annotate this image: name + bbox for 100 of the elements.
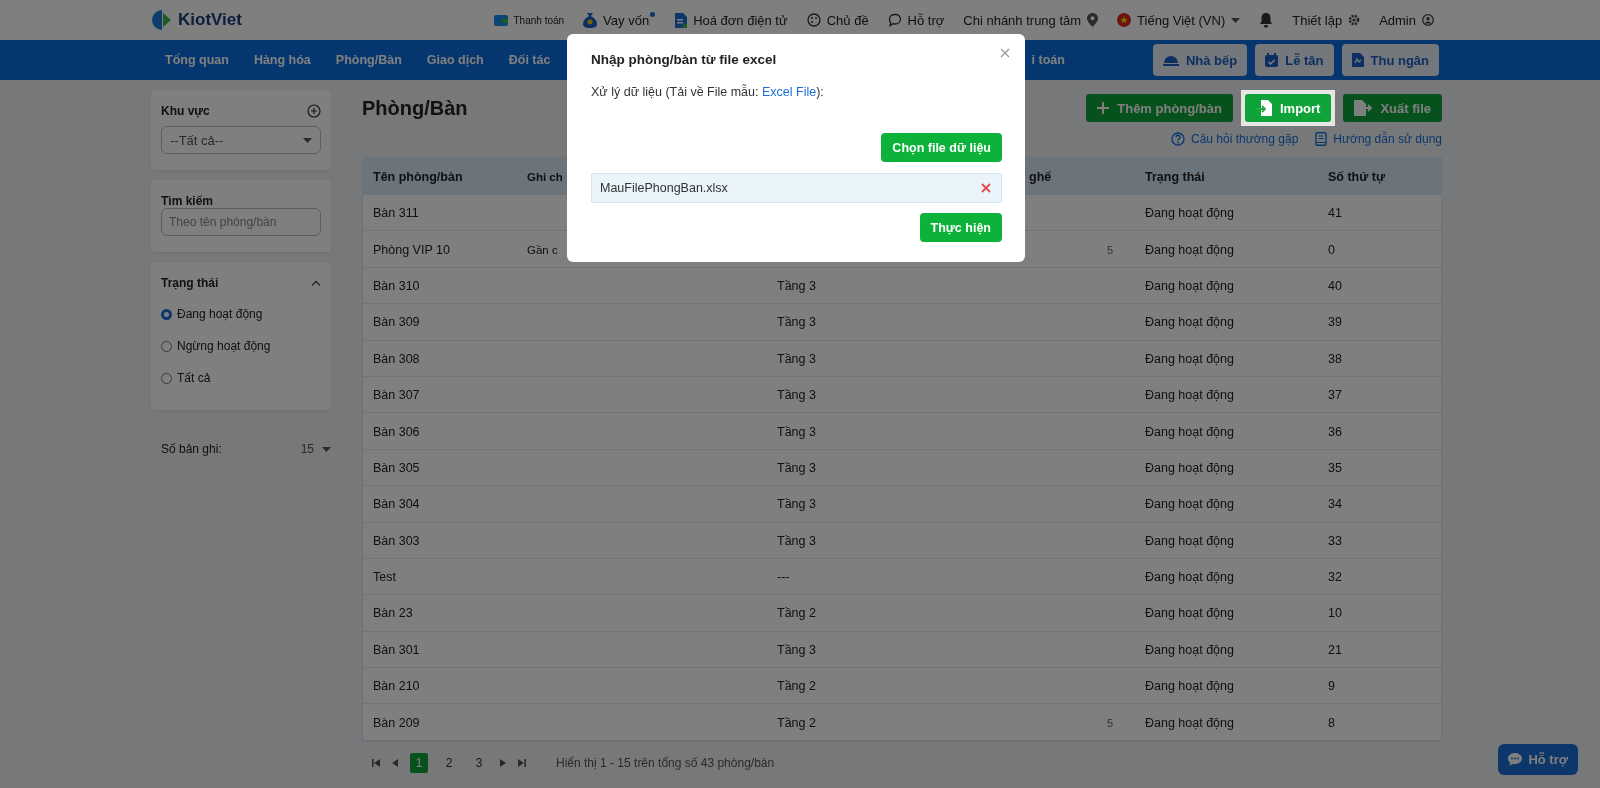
nav-item[interactable]: i toán <box>1031 53 1065 67</box>
file-export-icon <box>1354 100 1373 116</box>
radio-label: Tất cả <box>177 371 211 385</box>
area-select[interactable]: --Tất cả-- <box>161 126 321 154</box>
next-icon[interactable] <box>500 758 506 767</box>
top-link[interactable]: Chi nhánh trung tâm <box>963 12 1082 28</box>
caret-icon <box>322 446 331 452</box>
submit-button[interactable]: Thực hiện <box>919 213 1002 242</box>
table-cell: 38 <box>1328 351 1342 366</box>
column-header[interactable]: ghế <box>1029 170 1052 184</box>
add-circle-icon[interactable] <box>307 104 321 118</box>
column-header[interactable]: Trạng thái <box>1145 170 1205 184</box>
nav-item[interactable]: Giao dịch <box>426 53 484 67</box>
table-cell: Bàn 23 <box>373 606 413 621</box>
logo-icon <box>151 9 173 31</box>
table-cell: Tầng 3 <box>777 424 816 439</box>
support-button[interactable]: Hỗ trợ <box>1498 744 1578 775</box>
table-cell: Đang hoạt động <box>1145 679 1234 694</box>
nav-item[interactable]: Phòng/Bàn <box>335 53 402 67</box>
choose-file-button[interactable]: Chọn file dữ liệu <box>881 133 1002 162</box>
table-cell: Đang hoạt động <box>1145 497 1234 512</box>
table-cell: Đang hoạt động <box>1145 315 1234 330</box>
table-cell: 5 <box>1106 243 1113 256</box>
table-cell: Tầng 3 <box>777 388 816 403</box>
chat-icon <box>1508 753 1523 766</box>
cloche-icon <box>1162 54 1179 66</box>
records-label: Số bản ghi: <box>161 442 222 456</box>
book-icon <box>1315 132 1328 146</box>
bell-icon[interactable] <box>1259 12 1274 28</box>
table-cell: Bàn 304 <box>373 497 420 512</box>
table-cell: Tầng 3 <box>777 533 816 548</box>
records-select[interactable]: 15 <box>300 442 331 456</box>
nav-button[interactable]: Lễ tân <box>1255 44 1334 76</box>
remove-icon[interactable] <box>981 183 991 193</box>
chat-icon <box>887 13 902 27</box>
table-cell: 0 <box>1328 242 1335 257</box>
top-link[interactable]: Admin <box>1379 12 1416 28</box>
add-button[interactable]: Thêm phòng/bàn <box>1086 94 1233 122</box>
user-icon <box>1422 14 1434 26</box>
last-page-icon[interactable] <box>518 758 526 767</box>
caret-icon <box>303 137 312 143</box>
radio-button[interactable] <box>161 372 172 384</box>
nav-item[interactable]: Hàng hóa <box>253 53 311 67</box>
table-cell: Tầng 3 <box>777 642 816 657</box>
import-button[interactable]: Import <box>1244 94 1332 122</box>
nav-button[interactable]: Nhà bếp <box>1152 44 1248 76</box>
caret-icon[interactable] <box>1231 17 1241 23</box>
table-cell: 32 <box>1328 570 1342 585</box>
table-cell: Test <box>373 570 396 585</box>
table-cell: 21 <box>1328 642 1342 657</box>
calendar-icon <box>1265 53 1279 67</box>
card-title: Khu vực <box>161 104 210 118</box>
dialog-title: Nhập phòng/bàn từ file excel <box>591 52 778 67</box>
help-link[interactable]: Câu hỏi thường gặp <box>1171 132 1299 146</box>
column-header[interactable]: Số thứ tự <box>1328 170 1385 184</box>
column-header[interactable]: Tên phòng/bàn <box>373 170 463 184</box>
nav-button[interactable]: Thu ngân <box>1341 44 1439 76</box>
table-cell: Đang hoạt động <box>1145 533 1234 548</box>
top-link[interactable]: Chủ đề <box>826 12 869 28</box>
table-cell: Đang hoạt động <box>1145 206 1234 221</box>
nav-item[interactable]: Tổng quan <box>165 53 229 67</box>
top-link[interactable]: Thiết lập <box>1292 12 1343 28</box>
plus-icon <box>1097 102 1110 114</box>
previous-icon[interactable] <box>392 758 398 767</box>
top-link[interactable]: Hỗ trợ <box>907 12 945 28</box>
close-icon[interactable] <box>1000 48 1010 58</box>
table-cell: Đang hoạt động <box>1145 460 1234 475</box>
document-icon <box>1351 53 1364 67</box>
radio-button[interactable] <box>161 308 172 320</box>
column-header[interactable]: Ghi ch <box>527 171 563 183</box>
table-cell: Tầng 3 <box>777 351 816 366</box>
radio-label: Ngừng hoạt động <box>177 339 271 353</box>
export-button[interactable]: Xuất file <box>1343 94 1442 122</box>
search-field[interactable]: Theo tên phòng/bàn <box>161 208 321 236</box>
top-link[interactable]: Tiếng Việt (VN) <box>1137 12 1226 28</box>
chevron-up-icon[interactable] <box>311 280 321 286</box>
table-cell: Bàn 210 <box>373 679 420 694</box>
page-button[interactable]: 1 <box>410 752 428 773</box>
table-cell: 39 <box>1328 315 1342 330</box>
table-cell: 34 <box>1328 497 1342 512</box>
table-cell: Đang hoạt động <box>1145 242 1234 257</box>
top-link[interactable]: Hoá đơn điện tử <box>693 12 788 28</box>
table-cell: Bàn 310 <box>373 278 420 293</box>
radio-label: Đang hoạt động <box>177 307 263 321</box>
table-cell: Bàn 311 <box>373 206 419 221</box>
page-button[interactable]: 2 <box>440 752 458 773</box>
template-link[interactable]: Excel File <box>761 85 817 99</box>
table-cell: Bàn 306 <box>373 424 420 439</box>
help-link[interactable]: Hướng dẫn sử dụng <box>1315 132 1442 146</box>
top-link[interactable]: Vay vốn <box>603 12 650 28</box>
nav-item[interactable]: Đối tác <box>508 53 551 67</box>
first-page-icon[interactable] <box>372 758 380 767</box>
table-cell: Bàn 308 <box>373 351 420 366</box>
page-button[interactable]: 3 <box>470 752 488 773</box>
radio-button[interactable] <box>161 340 172 352</box>
file-import-icon <box>1255 100 1272 116</box>
top-link[interactable]: Thanh toán <box>513 14 565 26</box>
table-cell: Đang hoạt động <box>1145 642 1234 657</box>
instruction-text: Xử lý dữ liệu (Tải về File mẫu: Excel File): <box>591 85 825 99</box>
table-cell: 33 <box>1328 533 1342 548</box>
